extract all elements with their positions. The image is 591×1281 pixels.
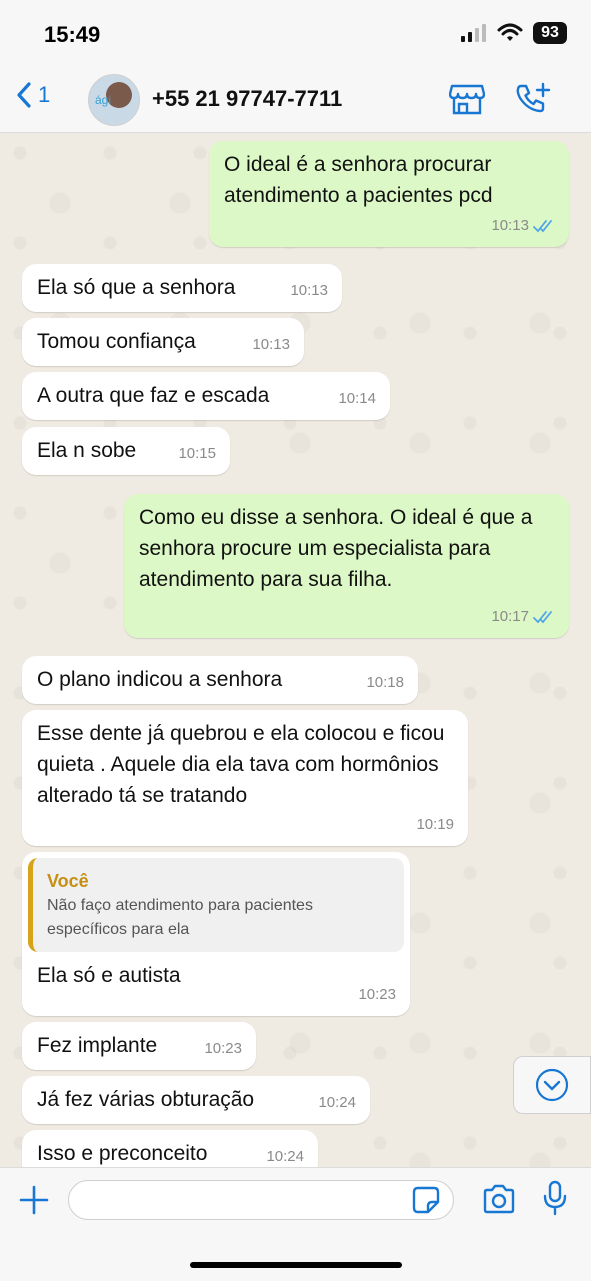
read-receipt-icon [533, 219, 552, 232]
message-outgoing[interactable]: Como eu disse a senhora. O ideal é que a… [124, 494, 569, 638]
microphone-icon[interactable] [542, 1180, 568, 1216]
message-meta: 10:17 [491, 601, 555, 632]
unread-count: 1 [38, 82, 51, 107]
chevron-left-icon [17, 82, 31, 108]
back-button[interactable]: 1 [16, 82, 50, 108]
add-call-icon[interactable] [515, 82, 551, 116]
quoted-message[interactable]: Você Não faço atendimento para pacientes… [28, 858, 404, 952]
message-time: 10:13 [290, 282, 328, 299]
chevron-down-circle-icon [535, 1068, 569, 1102]
quoted-author: Você [47, 871, 89, 891]
message-incoming[interactable]: Tomou confiança 10:13 [22, 318, 304, 366]
message-text: O plano indicou a senhora [37, 668, 283, 691]
message-incoming[interactable]: A outra que faz e escada 10:14 [22, 372, 390, 420]
message-text: Como eu disse a senhora. O ideal é que a… [139, 506, 533, 591]
message-incoming[interactable]: Esse dente já quebrou e ela colocou e fi… [22, 710, 468, 846]
quoted-text: Não faço atendimento para pacientes espe… [47, 897, 313, 938]
message-time: 10:19 [416, 816, 454, 833]
message-text: O ideal é a senhora procurar atendimento… [224, 153, 493, 207]
message-outgoing[interactable]: O ideal é a senhora procurar atendimento… [209, 141, 569, 247]
message-incoming[interactable]: Ela só que a senhora 10:13 [22, 264, 342, 312]
read-receipt-icon [533, 610, 552, 623]
message-time: 10:23 [358, 986, 396, 1003]
message-text: Ela só e autista [37, 964, 181, 987]
message-time: 10:13 [491, 217, 529, 234]
sticker-icon[interactable] [412, 1186, 440, 1214]
message-time: 10:24 [318, 1094, 356, 1111]
message-time: 10:15 [178, 445, 216, 462]
signal-icon [461, 24, 486, 42]
scroll-to-bottom-button[interactable] [513, 1056, 591, 1114]
plus-icon[interactable] [18, 1184, 50, 1216]
home-indicator [190, 1262, 402, 1268]
message-time: 10:17 [491, 608, 529, 625]
message-input[interactable] [68, 1180, 454, 1220]
status-time: 15:49 [44, 22, 101, 47]
header-actions [449, 82, 551, 116]
message-incoming-reply[interactable]: Você Não faço atendimento para pacientes… [22, 852, 410, 1016]
message-time: 10:13 [252, 336, 290, 353]
message-incoming[interactable]: Ela n sobe 10:15 [22, 427, 230, 475]
message-incoming[interactable]: Fez implante 10:23 [22, 1022, 256, 1070]
message-meta: 10:13 [491, 210, 555, 241]
message-time: 10:14 [338, 390, 376, 407]
message-time: 10:18 [366, 674, 404, 691]
wifi-icon [497, 23, 523, 41]
chat-header: 1 ági +55 21 97747-7711 [0, 68, 591, 133]
avatar-text: ági [95, 93, 112, 107]
status-icons: 93 [461, 22, 567, 44]
message-incoming[interactable]: Isso e preconceito 10:24 [22, 1130, 318, 1167]
message-incoming[interactable]: Já fez várias obturação 10:24 [22, 1076, 370, 1124]
battery-icon: 93 [533, 22, 567, 44]
message-time: 10:23 [204, 1040, 242, 1057]
contact-name[interactable]: +55 21 97747-7711 [152, 86, 342, 112]
camera-icon[interactable] [482, 1184, 516, 1214]
message-incoming[interactable]: O plano indicou a senhora 10:18 [22, 656, 418, 704]
status-bar: 15:49 93 [0, 0, 591, 68]
avatar[interactable]: ági [88, 74, 140, 126]
message-time: 10:24 [266, 1148, 304, 1165]
store-icon[interactable] [449, 82, 485, 116]
message-text: Esse dente já quebrou e ela colocou e fi… [37, 722, 445, 807]
message-text: A outra que faz e escada [37, 384, 270, 407]
chat-area[interactable]: O ideal é a senhora procurar atendimento… [0, 133, 591, 1167]
